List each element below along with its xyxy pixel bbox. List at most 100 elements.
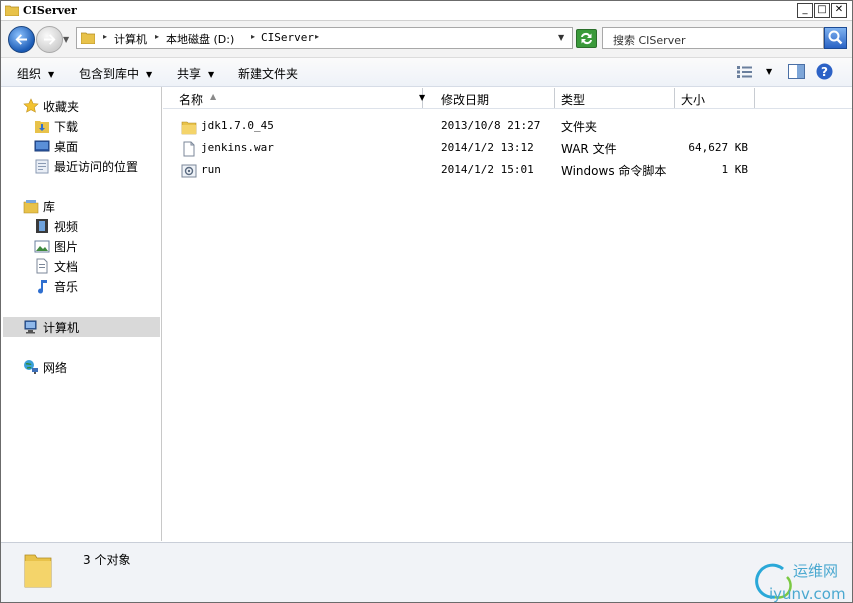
organize-label: 组织 — [17, 67, 42, 81]
document-icon — [36, 258, 48, 274]
sidebar-label: 网络 — [43, 361, 68, 375]
svg-text:?: ? — [821, 65, 828, 79]
sidebar-label: 下载 — [54, 120, 79, 134]
chevron-down-icon: ▼ — [208, 70, 215, 79]
file-row-jdk[interactable]: jdk1.7.0_45 2013/10/8 21:27 文件夹 — [163, 116, 783, 138]
window-title: CIServer — [23, 4, 77, 17]
refresh-icon — [581, 32, 592, 45]
file-row-run[interactable]: run 2014/1/2 15:01 Windows 命令脚本 1 KB — [163, 160, 783, 182]
minimize-button[interactable]: _ — [797, 3, 813, 18]
file-name: jenkins.war — [201, 141, 274, 154]
maximize-button[interactable]: □ — [814, 3, 830, 18]
column-label: 大小 — [681, 93, 706, 107]
music-icon — [38, 280, 47, 294]
address-bar-area: ▼ ▸ 计算机 ▸ 本地磁盘 (D:) ▸ CIServer ▸ ▼ 搜索 CI… — [1, 21, 852, 58]
file-icon — [183, 141, 195, 157]
title-bar: CIServer _ □ ✕ — [1, 1, 852, 21]
header-divider — [163, 108, 852, 109]
sidebar-label: 文档 — [54, 260, 79, 274]
computer-icon — [24, 320, 37, 334]
library-icon — [23, 200, 39, 214]
view-dropdown-icon[interactable]: ▼ — [766, 67, 772, 76]
watermark-swirl-icon: 运维网 iyunv.com — [755, 562, 846, 602]
breadcrumb-separator-icon[interactable]: ▸ — [251, 32, 255, 41]
include-library-label: 包含到库中 — [79, 67, 140, 81]
help-icon[interactable]: ? — [816, 63, 833, 80]
breadcrumb-ciserver[interactable]: CIServer — [261, 31, 314, 44]
folder-icon — [181, 121, 197, 135]
file-size: 64,627 KB — [688, 141, 748, 154]
new-folder-button[interactable]: 新建文件夹 — [238, 65, 298, 82]
sidebar-label: 视频 — [54, 220, 79, 234]
refresh-button[interactable] — [576, 29, 597, 48]
file-date: 2014/1/2 13:12 — [441, 141, 534, 154]
search-input[interactable]: 搜索 CIServer — [602, 27, 824, 49]
file-name: jdk1.7.0_45 — [201, 119, 274, 132]
preview-pane-icon[interactable] — [788, 64, 805, 79]
navigation-pane: 收藏夹 下载 桌面 最近访问的位置 库 视频 图片 文档 音乐 计算机 网络 — [1, 87, 162, 541]
recent-places-icon — [35, 159, 49, 174]
column-header-type[interactable]: 类型 — [555, 88, 675, 108]
file-type: Windows 命令脚本 — [561, 164, 667, 178]
file-date: 2013/10/8 21:27 — [441, 119, 541, 132]
file-row-jenkins[interactable]: jenkins.war 2014/1/2 13:12 WAR 文件 64,627… — [163, 138, 783, 160]
forward-button[interactable] — [36, 26, 63, 53]
folder-icon — [81, 32, 95, 44]
breadcrumb-local-disk[interactable]: 本地磁盘 (D:) — [166, 31, 234, 47]
file-date: 2014/1/2 15:01 — [441, 163, 534, 176]
column-header-date[interactable]: 修改日期 — [435, 88, 555, 108]
file-list-pane: 名称 ▲ ▼ 修改日期 类型 大小 jdk1.7.0_45 2013/10/8 … — [163, 87, 852, 541]
back-button[interactable] — [8, 26, 35, 53]
sidebar-label: 库 — [43, 200, 56, 214]
sidebar-label: 图片 — [54, 240, 79, 254]
history-dropdown-icon[interactable]: ▼ — [63, 35, 69, 44]
sidebar-label: 桌面 — [54, 140, 79, 154]
address-dropdown-icon[interactable]: ▼ — [558, 33, 564, 42]
search-button[interactable] — [824, 27, 847, 49]
explorer-window: CIServer _ □ ✕ ▼ ▸ 计算机 ▸ 本地磁盘 (D:) ▸ CIS… — [0, 0, 853, 603]
sidebar-label: 音乐 — [54, 280, 79, 294]
file-type: WAR 文件 — [561, 142, 617, 156]
chevron-down-icon: ▼ — [48, 70, 55, 79]
command-bar: 组织 ▼ 包含到库中 ▼ 共享 ▼ 新建文件夹 ▼ ? — [1, 58, 852, 87]
column-header-size[interactable]: 大小 — [675, 88, 755, 108]
watermark-logo: 运维网 iyunv.com — [753, 557, 851, 602]
back-arrow-icon — [15, 34, 27, 45]
column-label: 修改日期 — [441, 93, 490, 107]
download-folder-icon — [35, 121, 49, 133]
column-label: 类型 — [561, 93, 586, 107]
column-header-name[interactable]: 名称 ▲ ▼ — [173, 88, 425, 108]
close-button[interactable]: ✕ — [831, 3, 847, 18]
share-button[interactable]: 共享 ▼ — [177, 65, 214, 82]
breadcrumb-separator-icon[interactable]: ▸ — [155, 32, 159, 41]
file-type: 文件夹 — [561, 120, 598, 134]
script-icon — [181, 164, 197, 178]
sidebar-label: 最近访问的位置 — [54, 160, 139, 174]
view-options-icon[interactable] — [737, 65, 753, 79]
chevron-down-icon[interactable]: ▼ — [419, 93, 425, 102]
organize-button[interactable]: 组织 ▼ — [17, 65, 54, 82]
sidebar-label: 计算机 — [43, 321, 80, 335]
watermark-url: iyunv.com — [769, 585, 846, 602]
search-icon — [828, 30, 843, 45]
watermark-cn: 运维网 — [793, 562, 838, 580]
address-box[interactable]: ▸ 计算机 ▸ 本地磁盘 (D:) ▸ CIServer ▸ ▼ — [76, 27, 573, 49]
breadcrumb-separator-icon[interactable]: ▸ — [103, 32, 107, 41]
desktop-icon — [34, 140, 50, 152]
star-icon — [23, 98, 39, 113]
item-count: 3 个对象 — [83, 553, 131, 567]
search-placeholder: 搜索 CIServer — [613, 34, 686, 47]
picture-icon — [34, 240, 50, 253]
breadcrumb-separator-icon[interactable]: ▸ — [315, 32, 319, 41]
forward-arrow-icon — [44, 34, 56, 45]
file-size: 1 KB — [721, 163, 749, 176]
folder-icon — [5, 5, 19, 16]
video-icon — [36, 219, 48, 233]
include-library-button[interactable]: 包含到库中 ▼ — [79, 65, 152, 82]
share-label: 共享 — [177, 67, 202, 81]
breadcrumb-computer[interactable]: 计算机 — [114, 31, 147, 47]
details-pane: 3 个对象 运维网 iyunv.com — [1, 542, 852, 602]
chevron-down-icon: ▼ — [146, 70, 153, 79]
network-icon — [24, 360, 38, 374]
folder-icon — [24, 554, 52, 588]
